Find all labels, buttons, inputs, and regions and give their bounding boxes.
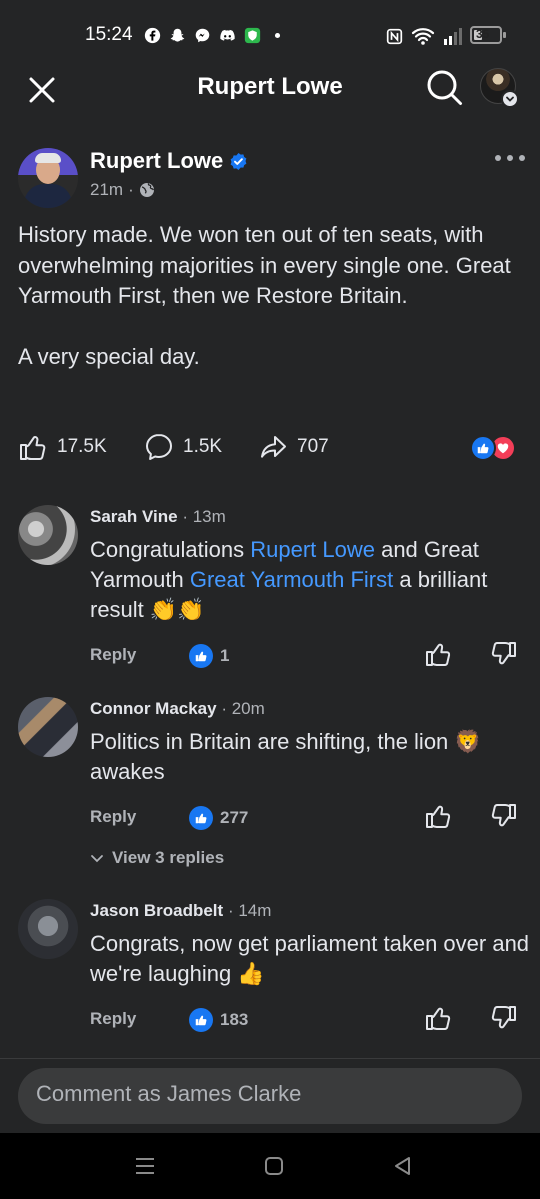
comment-input[interactable]: Comment as James Clarke <box>18 1068 522 1124</box>
notification-icons <box>144 27 286 44</box>
system-status-icons <box>386 26 465 46</box>
downvote-icon[interactable] <box>490 802 518 830</box>
comment-time: · 14m <box>227 901 272 920</box>
more-options-icon[interactable] <box>494 150 526 166</box>
status-time: 15:24 <box>85 24 133 45</box>
comment-count: 1.5K <box>183 436 223 457</box>
battery-indicator: 35 <box>470 26 502 44</box>
downvote-icon[interactable] <box>490 640 518 668</box>
post-text: History made. We won ten out of ten seat… <box>18 222 511 369</box>
comment-item: Sarah Vine · 13m Congratulations Rupert … <box>0 505 540 675</box>
thumbs-up-icon <box>20 436 46 460</box>
upvote-icon[interactable] <box>424 640 452 668</box>
chevron-down-icon <box>91 855 103 863</box>
status-bar: 15:24 35 <box>0 20 540 52</box>
reply-button[interactable]: Reply <box>90 645 136 665</box>
snapchat-notification-icon <box>170 28 185 42</box>
author-name-text: Rupert Lowe <box>90 148 224 173</box>
recent-apps-icon[interactable] <box>134 1155 156 1177</box>
comment-like-count: 183 <box>220 1010 249 1029</box>
post-author-name[interactable]: Rupert Lowe <box>90 148 248 174</box>
facebook-notification-icon <box>144 27 161 44</box>
reply-button[interactable]: Reply <box>90 807 136 827</box>
comment-text: Politics in Britain are shifting, the li… <box>90 729 482 784</box>
downvote-icon[interactable] <box>490 1004 518 1032</box>
globe-icon <box>139 183 154 197</box>
nfc-icon <box>386 28 403 44</box>
comment-icon <box>146 434 172 460</box>
signal-icon <box>444 28 462 45</box>
comment-reactions[interactable]: 277 <box>189 806 248 830</box>
like-count: 17.5K <box>57 436 107 457</box>
comment-reactions[interactable]: 1 <box>189 644 229 668</box>
mention-link[interactable]: Great Yarmouth First <box>190 567 393 592</box>
comment-like-count: 1 <box>220 646 230 665</box>
chevron-down-icon <box>501 90 519 108</box>
comment-author[interactable]: Jason Broadbelt · 14m <box>90 901 271 921</box>
post-header: Rupert Lowe <box>0 60 540 116</box>
comment-reactions[interactable]: 183 <box>189 1008 248 1032</box>
verified-badge-icon <box>230 152 247 170</box>
share-count: 707 <box>297 436 329 457</box>
like-button[interactable]: 17.5K <box>18 432 107 462</box>
more-notifications-dot-icon <box>274 32 281 39</box>
reaction-summary[interactable] <box>470 435 520 461</box>
upvote-icon[interactable] <box>424 1004 452 1032</box>
post-actions: 17.5K 1.5K 707 <box>18 432 523 466</box>
meta-separator: · <box>128 180 134 199</box>
wifi-icon <box>411 28 435 45</box>
post-time: 21m <box>90 180 124 199</box>
reply-button[interactable]: Reply <box>90 1009 136 1029</box>
share-icon <box>261 436 286 458</box>
avatar[interactable] <box>18 505 78 565</box>
comment-author[interactable]: Sarah Vine · 13m <box>90 507 226 527</box>
avatar[interactable] <box>18 697 78 757</box>
system-navigation-bar <box>0 1133 540 1199</box>
home-icon[interactable] <box>263 1155 285 1177</box>
vpn-shield-icon <box>244 27 261 44</box>
comment-text: Congrats, now get parliament taken over … <box>90 931 530 986</box>
battery-tip <box>503 32 506 38</box>
profile-menu-button[interactable] <box>480 68 519 108</box>
upvote-icon[interactable] <box>424 802 452 830</box>
comment-time: · 13m <box>182 507 226 526</box>
messenger-notification-icon <box>195 28 210 43</box>
comment-like-count: 277 <box>220 808 249 827</box>
comment-composer-bar: Comment as James Clarke <box>0 1058 540 1133</box>
discord-notification-icon <box>220 29 235 41</box>
comment-text: Congratulations Rupert Lowe and Great Ya… <box>90 537 488 622</box>
comment-time: · 20m <box>221 699 265 718</box>
view-replies-button[interactable]: View 3 replies <box>90 848 224 868</box>
like-reaction-icon <box>189 1008 213 1032</box>
like-reaction-icon <box>189 806 213 830</box>
view-replies-label: View 3 replies <box>112 848 225 867</box>
comment-author-name: Jason Broadbelt <box>90 901 224 920</box>
avatar[interactable] <box>18 899 78 959</box>
like-reaction-icon <box>470 435 496 461</box>
like-reaction-icon <box>189 644 213 668</box>
search-icon[interactable] <box>425 68 465 108</box>
mention-link[interactable]: Rupert Lowe <box>250 537 375 562</box>
comment-button[interactable]: 1.5K <box>144 432 222 462</box>
facebook-post-screen: 15:24 35 Rupert Lowe Rupert Lowe 21m · H… <box>0 0 540 1199</box>
comment-item: Jason Broadbelt · 14m Congrats, now get … <box>0 899 540 1049</box>
post-author-avatar[interactable] <box>18 148 78 208</box>
post-meta: 21m · <box>90 180 155 200</box>
battery-percent: 35 <box>476 27 490 41</box>
share-button[interactable]: 707 <box>258 432 329 462</box>
comment-author-name: Sarah Vine <box>90 507 178 526</box>
comment-author-name: Connor Mackay <box>90 699 217 718</box>
comment-item: Connor Mackay · 20m Politics in Britain … <box>0 697 540 877</box>
back-icon[interactable] <box>392 1155 414 1177</box>
comment-author[interactable]: Connor Mackay · 20m <box>90 699 265 719</box>
